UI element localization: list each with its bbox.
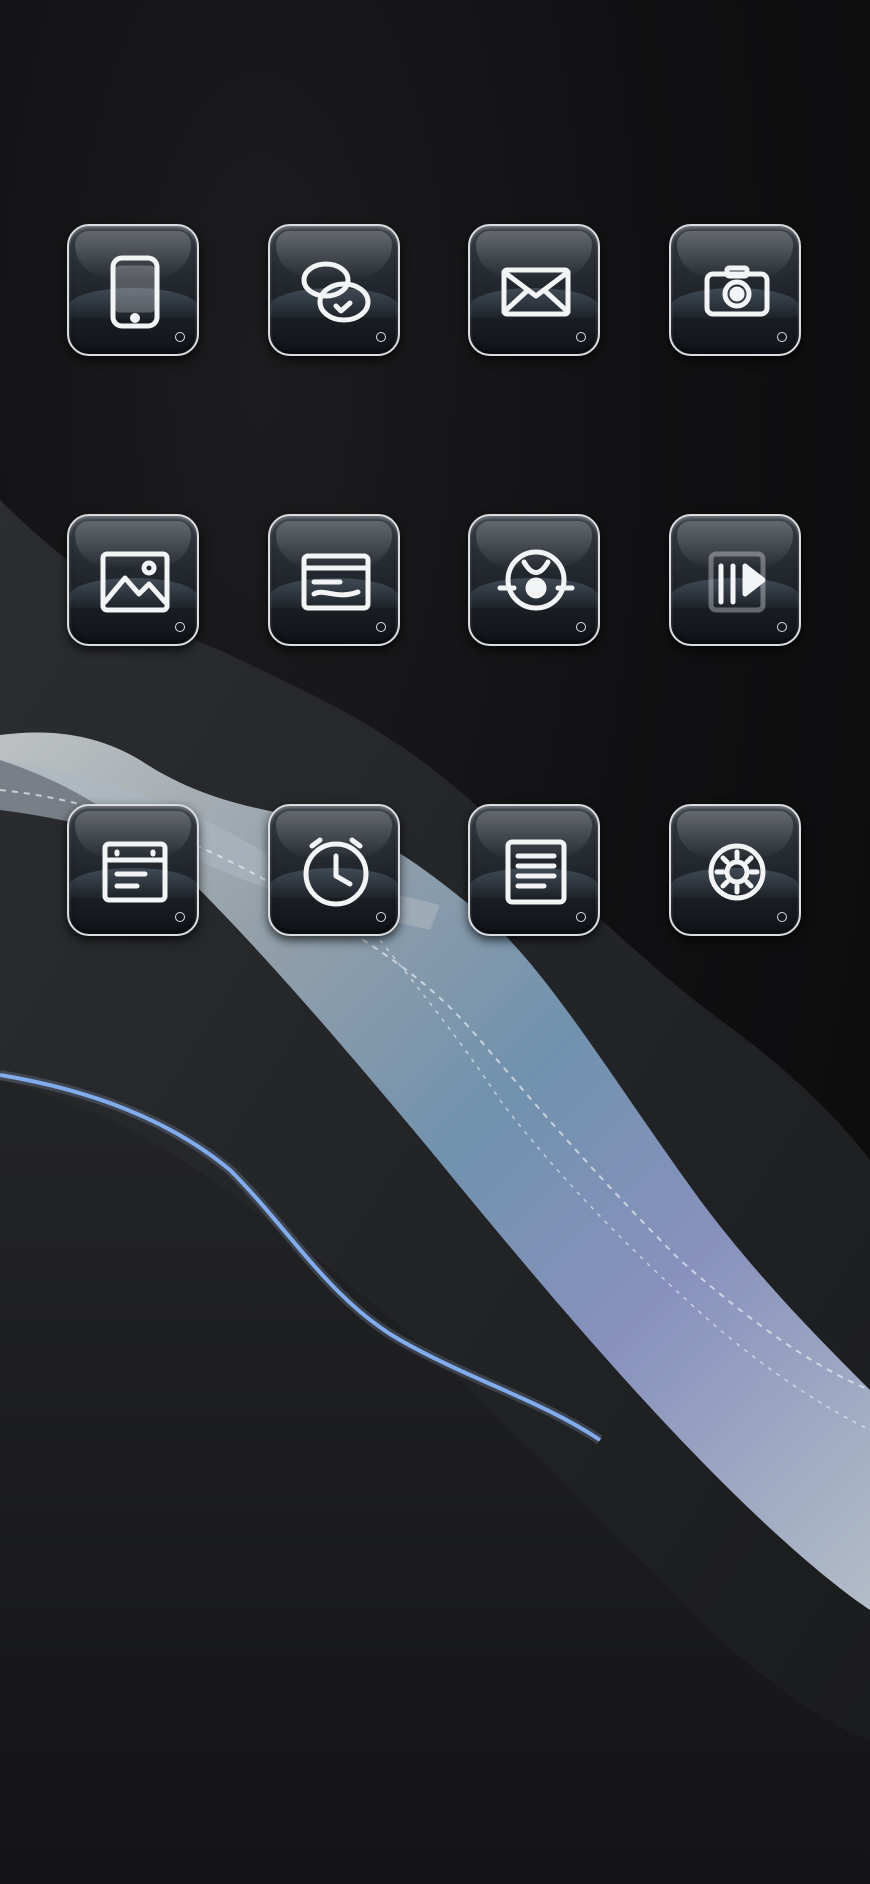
indicator-dot — [576, 622, 586, 632]
gallery-app-icon[interactable] — [67, 514, 199, 646]
envelope-icon — [501, 267, 571, 317]
camera-icon — [704, 265, 770, 317]
calendar-app-icon[interactable] — [67, 804, 199, 936]
phone-app-icon[interactable] — [67, 224, 199, 356]
compass-icon — [497, 549, 575, 611]
app-icon-grid — [0, 0, 870, 1884]
indicator-dot — [175, 332, 185, 342]
media-play-icon — [708, 551, 766, 613]
wallet-app-icon[interactable] — [268, 514, 400, 646]
gear-icon — [708, 843, 766, 901]
indicator-dot — [777, 332, 787, 342]
calendar-icon — [102, 841, 168, 903]
phone-icon — [110, 255, 160, 329]
clock-icon — [303, 837, 369, 907]
notes-app-icon[interactable] — [468, 804, 600, 936]
settings-app-icon[interactable] — [669, 804, 801, 936]
indicator-dot — [576, 332, 586, 342]
compass-app-icon[interactable] — [468, 514, 600, 646]
chat-bubbles-icon — [301, 261, 371, 323]
mail-app-icon[interactable] — [468, 224, 600, 356]
media-app-icon[interactable] — [669, 514, 801, 646]
indicator-dot — [376, 332, 386, 342]
image-icon — [100, 551, 170, 613]
clock-app-icon[interactable] — [268, 804, 400, 936]
wallet-icon — [301, 553, 371, 611]
indicator-dot — [376, 622, 386, 632]
camera-app-icon[interactable] — [669, 224, 801, 356]
home-screen — [0, 0, 870, 1884]
indicator-dot — [175, 622, 185, 632]
indicator-dot — [777, 622, 787, 632]
chat-app-icon[interactable] — [268, 224, 400, 356]
indicator-dot — [576, 912, 586, 922]
indicator-dot — [376, 912, 386, 922]
indicator-dot — [777, 912, 787, 922]
notes-icon — [505, 839, 567, 905]
indicator-dot — [175, 912, 185, 922]
